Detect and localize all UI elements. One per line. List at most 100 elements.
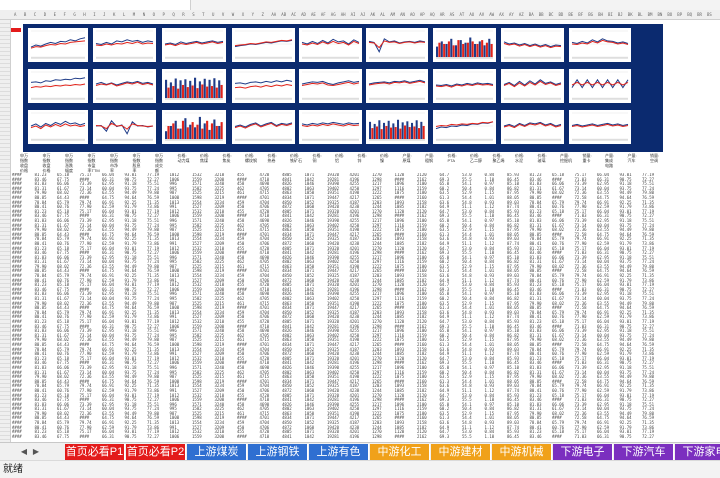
column-letter[interactable]: AV xyxy=(479,10,484,19)
sheet-tab[interactable]: 中游化工 xyxy=(370,444,430,460)
data-column[interactable]: 53.0 55.5 54.1 50.4 52.9 54.4 54.8 51.1 … xyxy=(462,173,472,439)
column-letter[interactable]: AQ xyxy=(430,10,435,19)
chart-thumbnail[interactable] xyxy=(366,69,428,103)
chart-thumbnail[interactable] xyxy=(501,110,564,144)
column-letter[interactable]: N xyxy=(143,10,145,19)
data-column[interactable]: 93.01 90.75 91.18 93.75 94.49 94.64 92.2… xyxy=(125,173,137,439)
column-letter[interactable]: BO xyxy=(667,10,672,19)
chart-thumbnail[interactable] xyxy=(93,28,156,62)
next-sheet-icon[interactable]: ▶ xyxy=(30,445,42,459)
column-letter[interactable]: X xyxy=(242,10,244,19)
data-column[interactable]: 66.04 66.31 62.95 60.04 63.55 64.75 66.9… xyxy=(102,173,114,439)
column-letter[interactable]: BN xyxy=(658,10,663,19)
data-column[interactable]: 2120 2162 2100 2159 2180 2160 2158 2182 … xyxy=(417,173,427,439)
column-letter[interactable]: G xyxy=(73,10,75,19)
column-letter[interactable]: BA xyxy=(529,10,534,19)
row-headers[interactable] xyxy=(0,20,11,442)
column-letter[interactable]: BF xyxy=(578,10,583,19)
column-letter[interactable]: Z xyxy=(262,10,264,19)
column-letter[interactable]: AD xyxy=(301,10,306,19)
data-column[interactable]: 93.01 90.75 91.18 93.75 94.49 94.64 92.2… xyxy=(620,173,632,439)
column-letter[interactable]: BB xyxy=(539,10,544,19)
column-letter[interactable]: AE xyxy=(311,10,316,19)
data-column[interactable]: 0.84 1.10 0.97 0.84 1.15 1.01 0.93 1.12 … xyxy=(485,173,495,439)
chart-thumbnail[interactable] xyxy=(433,69,496,103)
column-letter[interactable]: AZ xyxy=(519,10,524,19)
data-column[interactable]: 4720 4710 4690 4705 4715 4701 4704 4706 … xyxy=(260,173,270,439)
chart-thumbnail[interactable] xyxy=(501,69,564,103)
data-column[interactable]: 81.23 83.46 81.83 81.31 79.90 80.85 78.8… xyxy=(530,173,542,439)
column-letter[interactable]: W xyxy=(232,10,234,19)
sheet-tab[interactable]: 上游煤炭 xyxy=(187,444,247,460)
chart-thumbnail[interactable] xyxy=(162,69,226,103)
data-column[interactable]: 1270 1298 1217 1297 1222 1265 1203 1244 … xyxy=(372,173,382,439)
chart-thumbnail[interactable] xyxy=(569,28,631,62)
column-letter[interactable]: E xyxy=(54,10,56,19)
column-letter[interactable]: BD xyxy=(559,10,564,19)
data-column[interactable]: 455 #### 458 462 461 #### 459 450 455 ##… xyxy=(237,173,247,439)
column-letter[interactable]: B xyxy=(24,10,26,19)
data-column[interactable]: 19320 19281 19390 19402 19351 19447 1932… xyxy=(327,173,339,439)
column-letter[interactable]: R xyxy=(182,10,184,19)
chart-thumbnail[interactable] xyxy=(366,110,428,144)
sheet-tab[interactable]: 首页必看P1 xyxy=(65,444,125,460)
column-letter[interactable]: BR xyxy=(697,10,702,19)
sheet-tab[interactable]: 下游汽车 xyxy=(614,444,674,460)
column-letter[interactable]: AW xyxy=(489,10,494,19)
column-letter[interactable]: AY xyxy=(509,10,514,19)
column-letter[interactable]: AH xyxy=(341,10,346,19)
data-column[interactable]: 77.19 72.27 75.51 77.24 79.80 76.59 71.3… xyxy=(147,173,159,439)
column-letter[interactable]: BC xyxy=(549,10,554,19)
column-letter[interactable]: BP xyxy=(677,10,682,19)
data-column[interactable]: 75.17 71.03 73.39 73.14 72.36 72.58 79.7… xyxy=(575,173,587,439)
column-letter[interactable]: BH xyxy=(598,10,603,19)
column-letter[interactable]: S xyxy=(192,10,194,19)
column-letter[interactable]: F xyxy=(64,10,66,19)
chart-thumbnail[interactable] xyxy=(569,69,631,103)
data-column[interactable]: 4805 4841 4826 4802 4863 4834 4850 4872 … xyxy=(282,173,292,439)
column-letter[interactable]: AC xyxy=(291,10,296,19)
column-letter[interactable]: V xyxy=(222,10,224,19)
data-column[interactable]: 81.23 83.46 81.83 81.31 79.90 80.85 78.8… xyxy=(35,173,47,439)
chart-thumbnail[interactable] xyxy=(232,28,295,62)
data-column[interactable]: 65.18 #### 66.06 61.67 68.02 #### 65.79 … xyxy=(552,173,564,439)
data-column[interactable]: 65.18 67.75 66.06 61.67 68.02 64.43 65.7… xyxy=(57,173,69,439)
column-letter[interactable]: AF xyxy=(321,10,326,19)
chart-thumbnail[interactable] xyxy=(569,110,631,144)
data-column[interactable]: 64.7 69.3 65.0 60.2 63.5 61.3 63.6 64.9 … xyxy=(440,173,450,439)
chart-thumbnail[interactable] xyxy=(366,28,428,62)
chart-thumbnail[interactable] xyxy=(299,110,362,144)
column-letter[interactable]: BQ xyxy=(687,10,692,19)
sheet-tab[interactable]: 下游电子 xyxy=(553,444,613,460)
data-column[interactable]: 77.19 72.27 75.51 77.24 79.80 76.59 71.3… xyxy=(642,173,654,439)
column-letter[interactable]: AA xyxy=(271,10,276,19)
data-column[interactable]: 4201 4196 4255 4250 4190 4217 4187 4238 … xyxy=(350,173,360,439)
data-column[interactable]: 66.04 66.31 62.95 60.04 63.55 64.75 66.9… xyxy=(597,173,609,439)
column-letter[interactable]: AU xyxy=(469,10,474,19)
chart-thumbnail[interactable] xyxy=(299,69,362,103)
chart-thumbnail[interactable] xyxy=(93,110,156,144)
chart-thumbnail[interactable] xyxy=(433,110,496,144)
column-letter[interactable]: BI xyxy=(608,10,613,19)
column-letter[interactable]: AO xyxy=(410,10,415,19)
chart-thumbnail[interactable] xyxy=(28,110,88,144)
data-column[interactable]: 3210 3200 3240 3225 3215 3219 3234 3209 … xyxy=(215,173,225,439)
column-letter[interactable]: BM xyxy=(648,10,653,19)
column-letter[interactable]: M xyxy=(133,10,135,19)
column-letter[interactable]: AM xyxy=(390,10,395,19)
sheet-tab[interactable]: 中游机械 xyxy=(492,444,552,460)
column-letter[interactable]: BJ xyxy=(618,10,623,19)
sheet-tab[interactable]: 下游家电 xyxy=(675,444,720,460)
prev-sheet-icon[interactable]: ◀ xyxy=(18,445,30,459)
column-letter[interactable]: H xyxy=(83,10,85,19)
column-letter[interactable]: I xyxy=(93,10,95,19)
column-letter[interactable]: AT xyxy=(460,10,465,19)
column-letter[interactable]: AI xyxy=(351,10,356,19)
column-letter[interactable]: AX xyxy=(499,10,504,19)
data-column[interactable]: 1071 1042 1046 1063 1050 1071 1052 1060 … xyxy=(305,173,315,439)
name-box[interactable] xyxy=(0,0,191,10)
data-table[interactable]: #### #### #### #### #### #### #### #### … xyxy=(12,173,672,441)
chart-thumbnail[interactable] xyxy=(162,28,226,62)
column-letter[interactable]: AS xyxy=(450,10,455,19)
column-letter[interactable]: AN xyxy=(400,10,405,19)
